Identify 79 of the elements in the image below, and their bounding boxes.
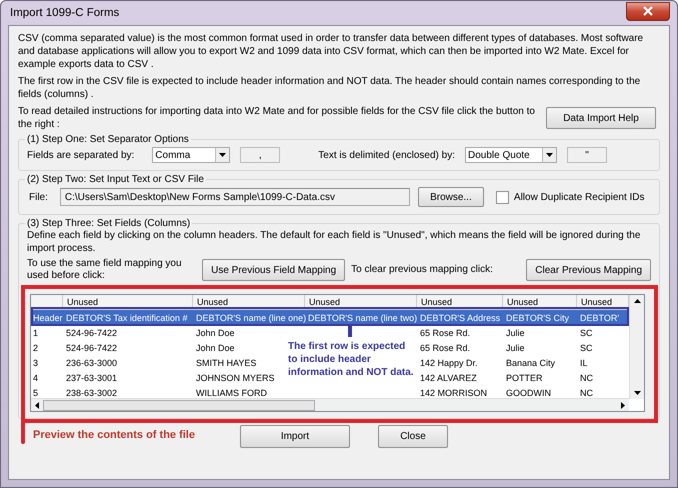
- column-header[interactable]: Unused: [417, 295, 503, 309]
- grid-cell: SC: [580, 328, 593, 338]
- grid-cell: NC: [580, 388, 593, 398]
- row-header: Header: [32, 312, 63, 322]
- grid-cell: DEBTOR'S name (line one): [196, 312, 306, 322]
- grid-cell: 236-63-3000: [66, 358, 118, 368]
- use-previous-mapping-button[interactable]: Use Previous Field Mapping: [202, 259, 346, 281]
- grid-cell: GOODWIN: [506, 388, 551, 398]
- column-header[interactable]: Unused: [193, 295, 305, 309]
- grid-cell: DEBTOR'S Address: [420, 312, 500, 322]
- intro-paragraph: The first row in the CSV file is expected to include header information and NOT data. The header should contain names corresponding to the fields (columns) .: [18, 75, 642, 101]
- separator-char-field: ,: [240, 147, 280, 163]
- grid-cell: 65 Rose Rd.: [420, 328, 470, 338]
- grid-cell: 142 Happy Dr.: [420, 358, 478, 368]
- caret-icon: [546, 153, 554, 157]
- fields-description: Define each field by clicking on the column headers. The default for each field is "Unused", which means the field will be ignored during the import process.: [27, 229, 642, 255]
- file-label: File:: [29, 192, 48, 202]
- horizontal-scrollbar[interactable]: [31, 398, 629, 411]
- grid-cell: JOHNSON MYERS: [196, 372, 275, 382]
- grid-cell: 142 ALVAREZ: [420, 372, 477, 382]
- grid-cell: POTTER: [506, 372, 543, 382]
- file-path-field[interactable]: C:\Users\Sam\Desktop\New Forms Sample\1099-C-Data.csv: [60, 188, 410, 206]
- column-header[interactable]: Unused: [503, 295, 577, 309]
- grid-cell: 65 Rose Rd.: [420, 342, 470, 352]
- column-header[interactable]: Unused: [305, 295, 417, 309]
- grid-cell: 524-96-7422: [66, 328, 118, 338]
- caret-icon: [219, 153, 226, 157]
- grid-cell: Julie: [506, 328, 525, 338]
- delimiter-char-field: ": [567, 147, 608, 163]
- vertical-scrollbar[interactable]: [629, 295, 644, 399]
- grid-cell: 238-63-3002: [66, 388, 118, 398]
- help-text: To read detailed instructions for importing data into W2 Mate and for possible fields for the CSV file click the button to the right :: [18, 105, 536, 131]
- grid-cell: 237-63-3001: [66, 372, 118, 382]
- scroll-right-icon[interactable]: [621, 402, 625, 408]
- grid-cell: SMITH HAYES: [196, 358, 256, 368]
- grid-cell: John Doe: [196, 342, 235, 352]
- grid-cell: DEBTOR'S Tax identification #: [66, 312, 188, 322]
- group-title: (2) Step Two: Set Input Text or CSV File: [26, 174, 205, 185]
- grid-cell: WILLIAMS FORD: [196, 388, 268, 398]
- selected-grid-row[interactable]: Header DEBTOR'S Tax identification # DEBTOR'S name (line one) DEBTOR'S name (line two) DEBTOR'S Address DEBTOR'S City DEBTOR': [31, 310, 629, 325]
- grid-cell: DEBTOR'S name (line two): [308, 312, 418, 322]
- grid-cell: NC: [580, 372, 593, 382]
- row-header[interactable]: 4: [31, 372, 38, 382]
- browse-button[interactable]: Browse...: [418, 187, 484, 207]
- dialog-button[interactable]: Close: [378, 425, 448, 448]
- intro-paragraph: CSV (comma separated value) is the most common format used in order to transfer data between different types of databases. Most software and database applications will allow you to export W2 and 1099 data into CSV format, which can then be imported into W2 Mate. Excel for example exports data to CSV .: [18, 32, 644, 71]
- field-label: Fields are separated by:: [27, 150, 134, 160]
- close-button[interactable]: [626, 2, 670, 20]
- grid-cell: 142 MORRISON: [420, 388, 488, 398]
- delimiter-dropdown[interactable]: Double Quote: [465, 147, 558, 163]
- scroll-down-icon[interactable]: [634, 391, 640, 395]
- text-label: Text is delimited (enclosed) by:: [318, 150, 456, 160]
- row-header[interactable]: 2: [31, 342, 38, 352]
- grid-cell: Julie: [506, 342, 525, 352]
- row-header[interactable]: 5: [31, 388, 38, 398]
- grid-cell: DEBTOR': [580, 312, 620, 322]
- grid-cell: John Doe: [196, 328, 235, 338]
- row-header[interactable]: 3: [31, 358, 38, 368]
- row-header[interactable]: 1: [31, 328, 38, 338]
- grid-cell: SC: [580, 342, 593, 352]
- group-title: (1) Step One: Set Separator Options: [26, 134, 190, 145]
- scroll-left-icon[interactable]: [35, 402, 39, 408]
- group-title: (3) Step Three: Set Fields (Columns): [26, 218, 192, 229]
- grid-cell: IL: [580, 358, 588, 368]
- data-import-help-button[interactable]: Data Import Help: [546, 107, 656, 129]
- previous-mapping-label: To use the same field mapping you used before click:: [27, 258, 183, 282]
- clear-mapping-label: To clear previous mapping click:: [351, 264, 494, 276]
- scroll-up-icon[interactable]: [634, 299, 640, 303]
- window-title: Import 1099-C Forms: [9, 7, 120, 19]
- allow-duplicates-checkbox[interactable]: Allow Duplicate Recipient IDs: [496, 190, 645, 204]
- column-header[interactable]: Unused: [63, 295, 193, 309]
- grid-cell: Banana City: [506, 358, 556, 368]
- grid-cell: 524-96-7422: [66, 342, 118, 352]
- dialog-button[interactable]: Import: [240, 425, 350, 448]
- preview-annotation-text: Preview the contents of the file: [33, 429, 195, 441]
- close-icon: [643, 6, 653, 16]
- separator-dropdown[interactable]: Comma: [152, 147, 230, 163]
- grid-cell: DEBTOR'S City: [506, 312, 570, 322]
- clear-mapping-button[interactable]: Clear Previous Mapping: [526, 259, 651, 281]
